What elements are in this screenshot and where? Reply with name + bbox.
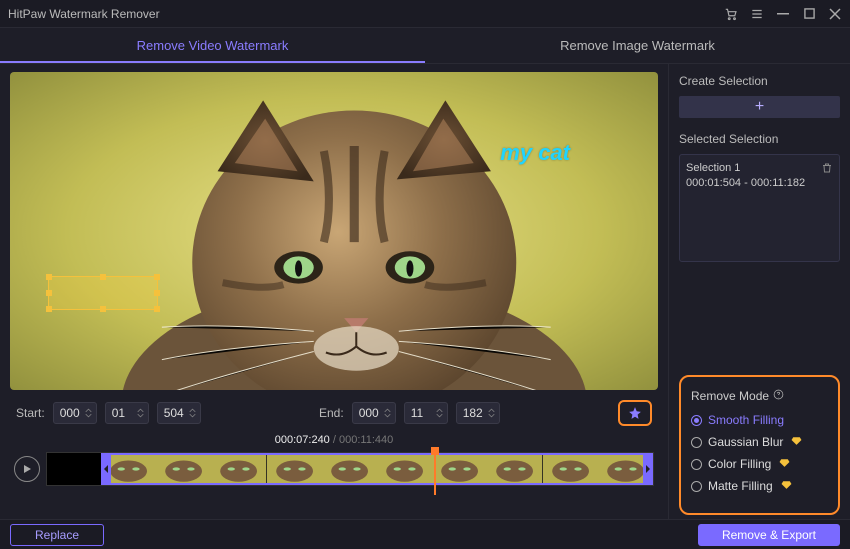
tab-image-watermark[interactable]: Remove Image Watermark bbox=[425, 28, 850, 63]
help-icon[interactable] bbox=[773, 389, 784, 403]
selected-selection-label: Selected Selection bbox=[679, 132, 840, 146]
remove-export-button[interactable]: Remove & Export bbox=[698, 524, 840, 546]
selection-list: Selection 1 000:01:504 - 000:11:182 bbox=[679, 154, 840, 262]
start-hours-stepper[interactable]: 000 bbox=[53, 402, 97, 424]
main-area: my cat Start: 000 01 504 End: 000 11 182… bbox=[0, 64, 668, 519]
time-range-row: Start: 000 01 504 End: 000 11 182 bbox=[10, 400, 658, 426]
app-title: HitPaw Watermark Remover bbox=[8, 7, 160, 21]
end-ms-stepper[interactable]: 182 bbox=[456, 402, 500, 424]
trash-icon[interactable] bbox=[821, 161, 833, 178]
create-selection-label: Create Selection bbox=[679, 74, 840, 88]
mode-radio-smooth[interactable]: Smooth Filling bbox=[691, 413, 828, 427]
current-time: 000:07:240 bbox=[275, 434, 330, 446]
mode-radio-color[interactable]: Color Filling bbox=[691, 457, 828, 471]
diamond-icon bbox=[791, 435, 802, 449]
mode-radio-matte[interactable]: Matte Filling bbox=[691, 479, 828, 493]
selection-range: 000:01:504 - 000:11:182 bbox=[686, 176, 805, 191]
window-controls bbox=[724, 7, 842, 21]
close-icon[interactable] bbox=[828, 7, 842, 21]
footer-bar: Replace Remove & Export bbox=[0, 519, 850, 549]
minimize-icon[interactable] bbox=[776, 7, 790, 21]
end-label: End: bbox=[319, 406, 344, 420]
menu-icon[interactable] bbox=[750, 7, 764, 21]
duration-time: 000:11:440 bbox=[339, 434, 393, 446]
remove-mode-title: Remove Mode bbox=[691, 389, 769, 403]
add-selection-button[interactable]: + bbox=[679, 96, 840, 118]
diamond-icon bbox=[779, 457, 790, 471]
range-handle-left[interactable] bbox=[101, 453, 111, 485]
diamond-icon bbox=[781, 479, 792, 493]
watermark-overlay-text: my cat bbox=[500, 140, 570, 166]
selection-row[interactable]: Selection 1 000:01:504 - 000:11:182 bbox=[686, 161, 833, 191]
selection-bounding-box[interactable] bbox=[48, 276, 158, 310]
video-preview[interactable]: my cat bbox=[10, 72, 658, 390]
start-ms-stepper[interactable]: 504 bbox=[157, 402, 201, 424]
maximize-icon[interactable] bbox=[802, 7, 816, 21]
remove-mode-panel: Remove Mode Smooth Filling Gaussian Blur… bbox=[679, 375, 840, 515]
mode-radio-gaussian[interactable]: Gaussian Blur bbox=[691, 435, 828, 449]
timeline-row bbox=[10, 452, 658, 486]
plus-icon: + bbox=[755, 98, 764, 116]
start-minutes-stepper[interactable]: 01 bbox=[105, 402, 149, 424]
end-hours-stepper[interactable]: 000 bbox=[352, 402, 396, 424]
timeline-filmstrip[interactable] bbox=[46, 452, 654, 486]
main-tabs: Remove Video Watermark Remove Image Wate… bbox=[0, 28, 850, 64]
selection-name: Selection 1 bbox=[686, 161, 805, 176]
replace-button[interactable]: Replace bbox=[10, 524, 104, 546]
end-minutes-stepper[interactable]: 11 bbox=[404, 402, 448, 424]
play-button[interactable] bbox=[14, 456, 40, 482]
start-label: Start: bbox=[16, 406, 45, 420]
favorite-button[interactable] bbox=[618, 400, 652, 426]
title-bar: HitPaw Watermark Remover bbox=[0, 0, 850, 28]
side-panel: Create Selection + Selected Selection Se… bbox=[668, 64, 850, 519]
cart-icon[interactable] bbox=[724, 7, 738, 21]
timecode-readout: 000:07:240 / 000:11:440 bbox=[10, 434, 658, 446]
range-handle-right[interactable] bbox=[643, 453, 653, 485]
tab-video-watermark[interactable]: Remove Video Watermark bbox=[0, 28, 425, 63]
